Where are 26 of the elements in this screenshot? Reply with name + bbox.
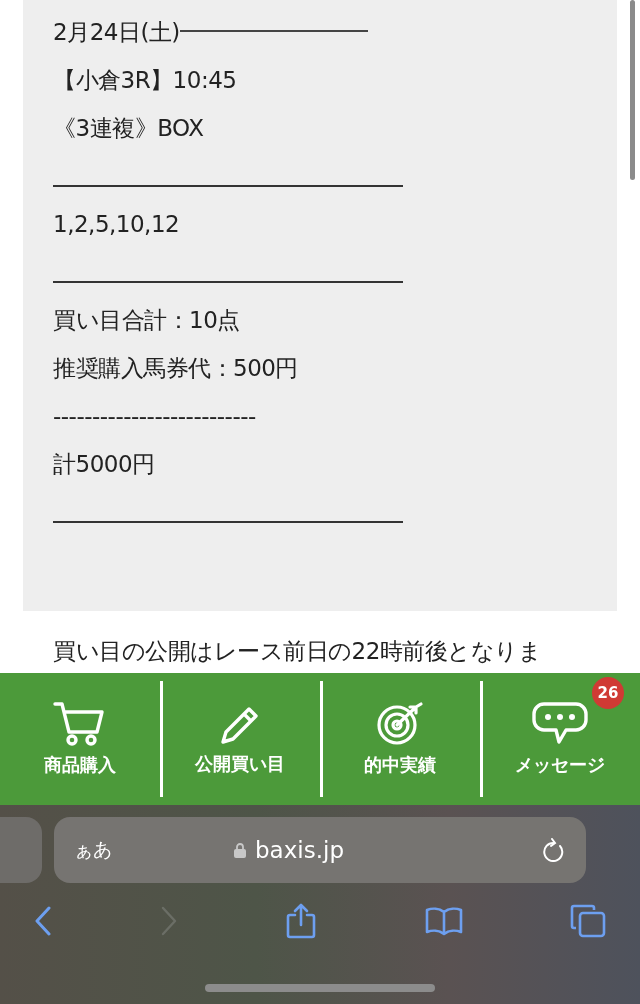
post-text: 《3連複》BOX [53,113,204,143]
post-text: 【小倉3R】10:45 [53,65,237,95]
post-text: -------------------------- [53,403,256,429]
post-text: 1,2,5,10,12 [53,211,180,237]
address-bar[interactable]: ぁあ baxis.jp [54,817,586,883]
post-text: 買い目合計：10点 [53,305,240,335]
back-icon[interactable] [34,906,52,936]
url-text: baxis.jp [255,837,344,863]
tab-preview[interactable] [0,817,42,883]
count-badge: 26 [592,677,624,709]
chat-icon [532,701,588,747]
text-size-button[interactable]: ぁあ [74,837,234,863]
reload-icon[interactable] [542,838,566,862]
nav-button[interactable]: 商品購入 [0,673,160,805]
nav-button[interactable]: 的中実績 [320,673,480,805]
target-icon [376,701,424,747]
post-text: 計5000円 [53,449,155,479]
book-icon[interactable] [424,906,463,936]
share-icon[interactable] [285,903,317,939]
note-text: 買い目の公開はレース前日の22時前後となりま [53,637,542,666]
post-text: 推奨購入馬券代：500円 [53,353,298,383]
lock-icon [234,842,246,858]
nav-button[interactable]: メッセージ 26 [480,673,640,805]
tabs-icon[interactable] [570,904,606,938]
post-text: 2月24日(土) [53,17,180,47]
nav-button[interactable]: 公開買い目 [160,673,320,805]
